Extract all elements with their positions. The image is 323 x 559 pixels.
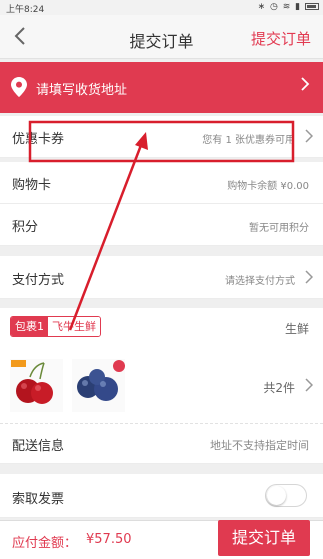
points-row[interactable]: 积分 暂无可用积分 [0,204,323,246]
cherry-product-image [10,359,63,412]
store-name: 飞牛生鲜 [48,317,100,336]
blueberry-product-image [72,359,125,412]
points-value: 暂无可用积分 [249,223,309,234]
package-number: 包裹1 [11,317,48,336]
chevron-right-icon [305,128,314,147]
status-bar: 上午8:24 ∗ ◷ ≋ ▮ [0,0,323,15]
total-amount: ¥57.50 [86,532,132,547]
address-label: 请填写收货地址 [36,83,128,98]
shopping-card-row[interactable]: 购物卡 购物卡余额 ¥0.00 [0,162,323,204]
toggle-knob [267,486,286,505]
bluetooth-icon: ∗ [257,2,267,12]
package-tag: 包裹1 飞牛生鲜 [10,316,101,337]
delivery-row[interactable]: 配送信息 地址不支持指定时间 [0,424,323,464]
coupon-value: 您有 1 张优惠券可用 [202,135,295,146]
invoice-label: 索取发票 [12,492,65,507]
submit-order-button[interactable]: 提交订单 [218,520,310,556]
total-label: 应付金额： [12,536,78,551]
points-label: 积分 [12,220,39,235]
system-icons: ∗ ◷ ≋ ▮ [258,2,319,12]
delivery-value: 地址不支持指定时间 [210,439,309,452]
shopping-card-label: 购物卡 [12,178,52,193]
chevron-left-icon[interactable] [10,25,32,47]
location-pin-icon [11,77,27,97]
signal-icon: ▮ [295,2,302,12]
status-time: 上午8:24 [6,5,45,15]
chevron-right-icon [305,377,314,396]
battery-icon [305,3,319,10]
wifi-icon: ≋ [282,2,292,12]
nav-bar: 提交订单 提交订单 [0,15,323,59]
invoice-toggle[interactable] [265,484,307,507]
shopping-card-value: 购物卡余额 ¥0.00 [227,181,309,192]
chevron-right-icon [305,269,314,288]
chevron-right-icon [300,76,310,97]
address-banner[interactable]: 请填写收货地址 [0,62,323,113]
coupon-row[interactable]: 优惠卡券 您有 1 张优惠券可用 [0,116,323,158]
alarm-icon: ◷ [270,2,279,12]
item-count: 共2件 [263,381,295,395]
submit-order-link[interactable]: 提交订单 [251,28,311,49]
invoice-row: 索取发票 [0,474,323,518]
coupon-label: 优惠卡券 [12,132,65,147]
package-category: 生鲜 [284,322,309,336]
package-header: 包裹1 飞牛生鲜 生鲜 [0,308,323,348]
product-row[interactable]: 共2件 [0,348,323,424]
payment-value: 请选择支付方式 [225,276,295,287]
delivery-label: 配送信息 [12,439,65,454]
payment-label: 支付方式 [12,273,65,288]
payment-row[interactable]: 支付方式 请选择支付方式 [0,256,323,299]
